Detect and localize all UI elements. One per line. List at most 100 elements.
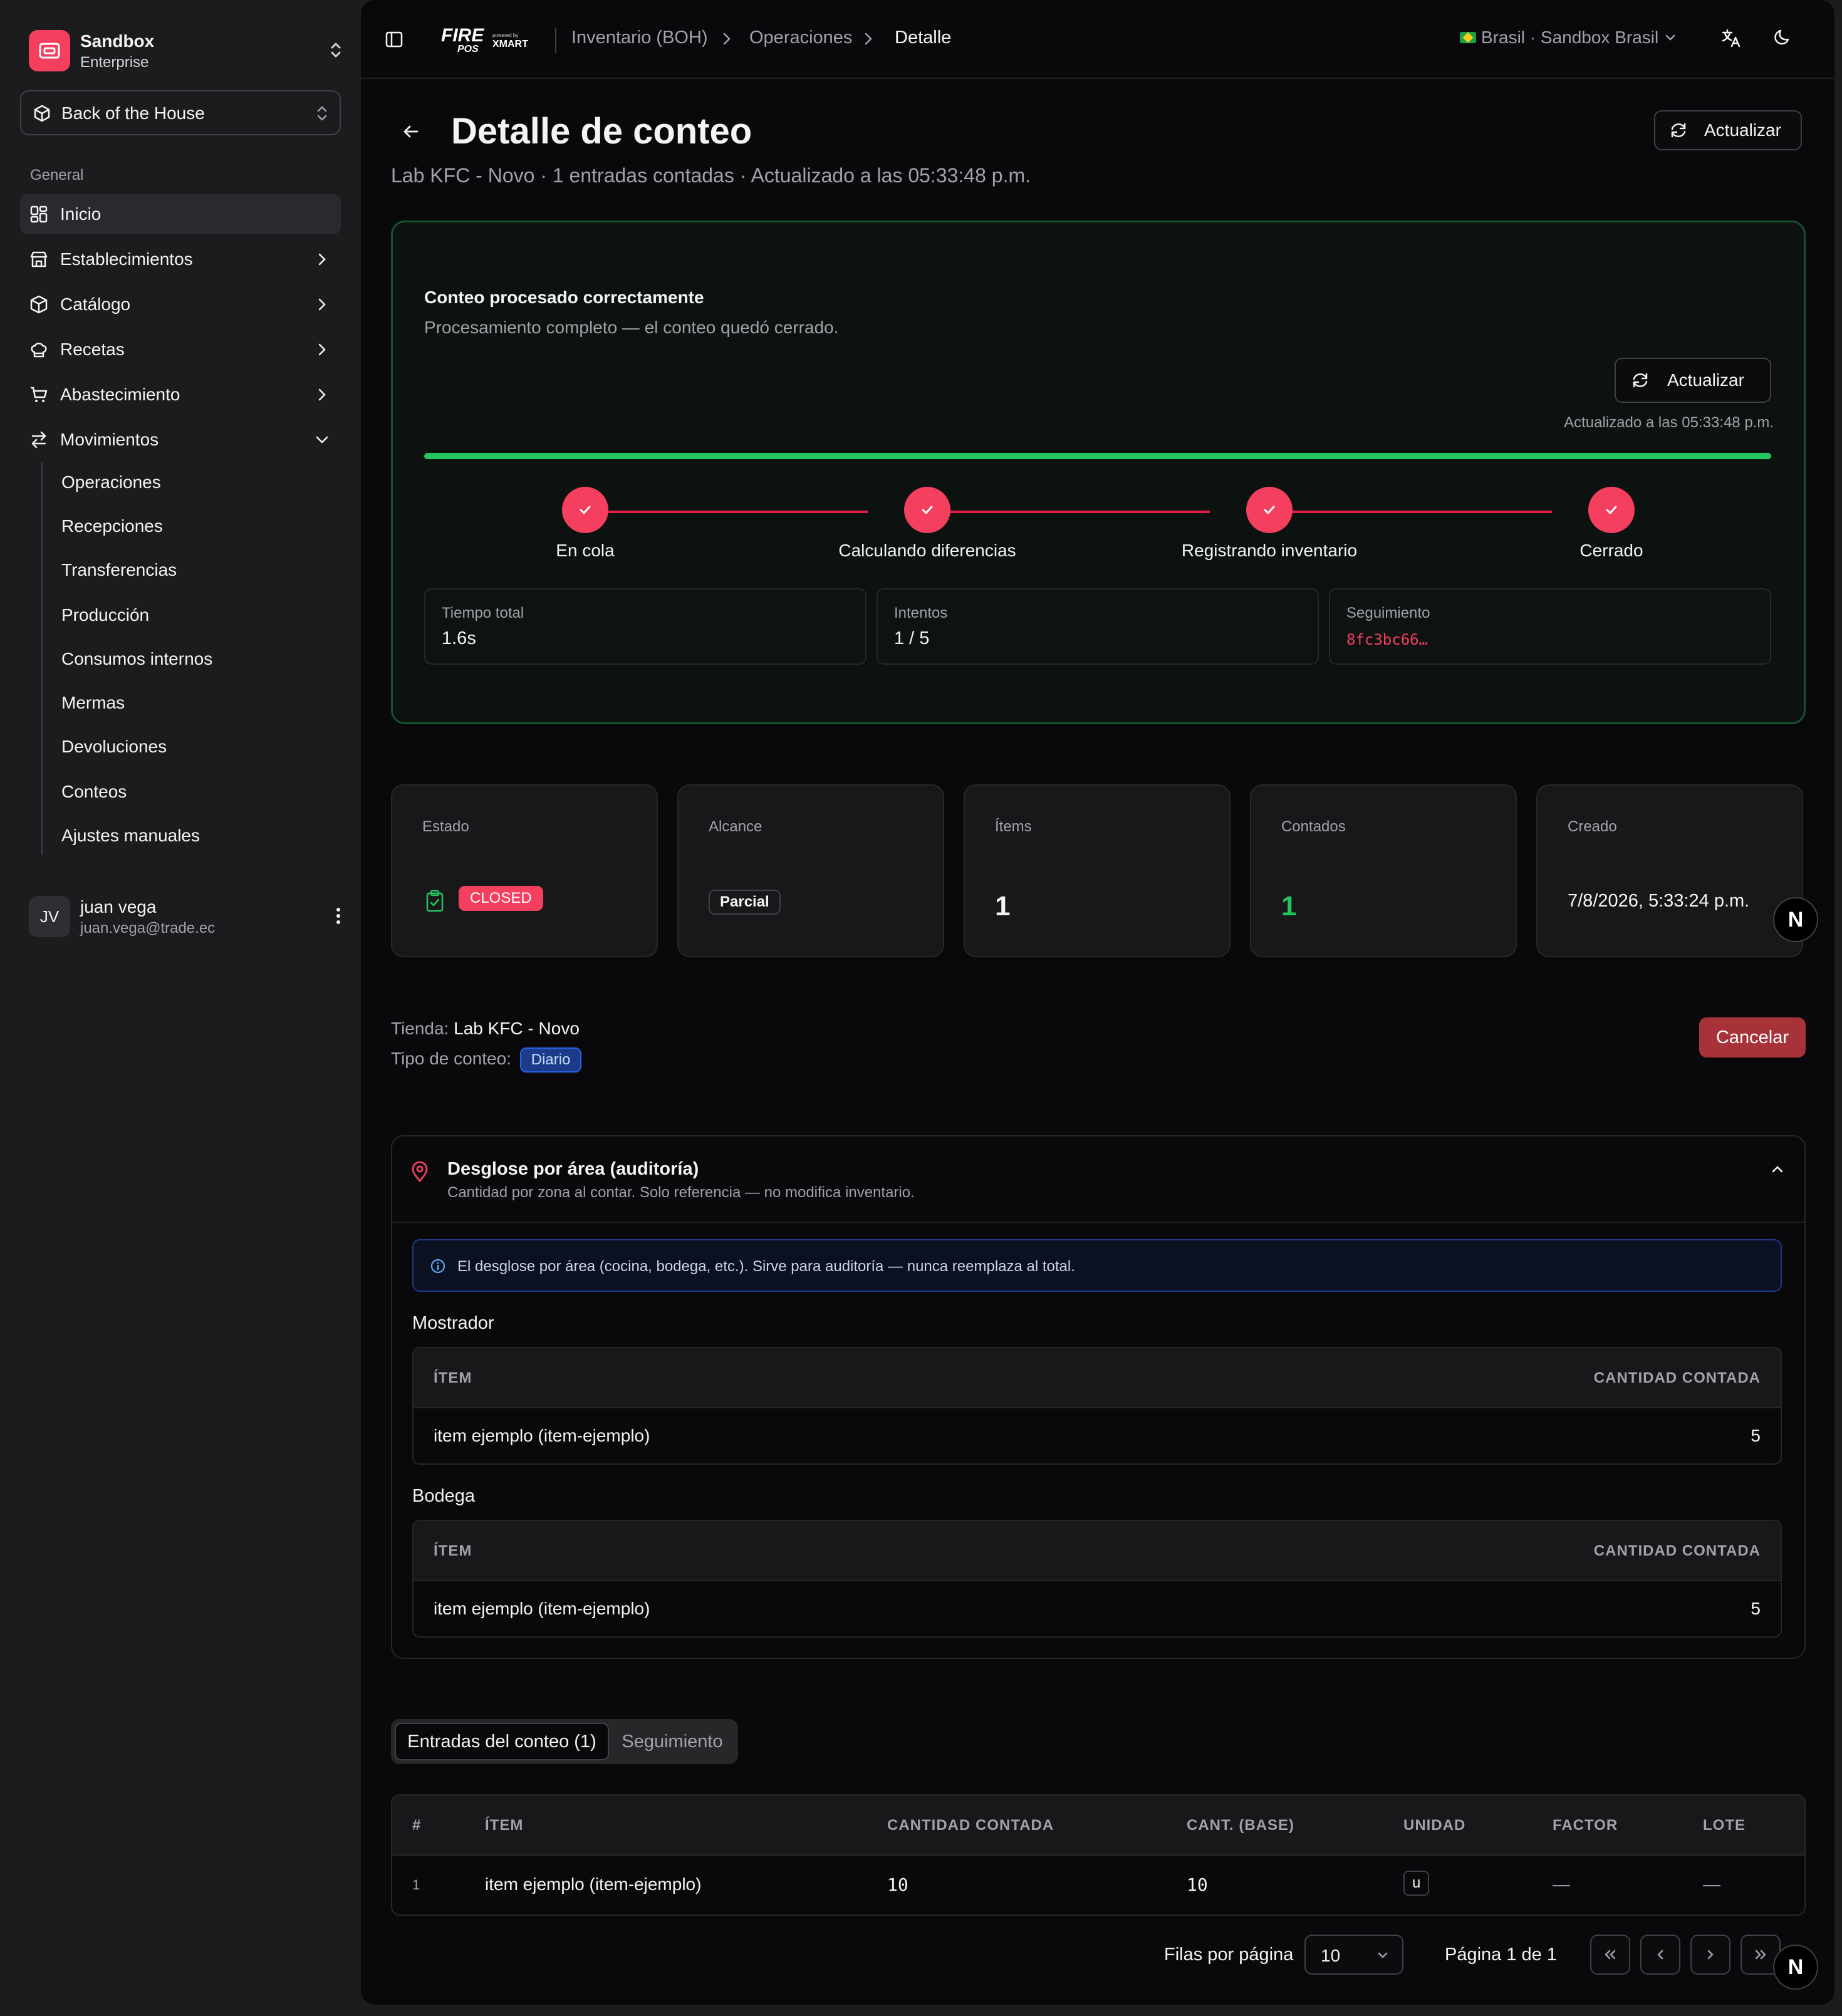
sidebar-item-movimientos[interactable]: Movimientos (20, 420, 341, 460)
area-title: Desglose por área (auditoría) (447, 1159, 699, 1179)
logo-powered: powered by (492, 33, 519, 38)
step-connector (1279, 511, 1552, 513)
status-title: Conteo procesado correctamente (424, 288, 704, 307)
kpi-value: 1 (1281, 891, 1297, 922)
breadcrumb-inventario[interactable]: Inventario (BOH) (571, 28, 708, 48)
progress-bar-fill (424, 453, 1771, 459)
translate-icon[interactable] (1720, 28, 1742, 52)
prev-page-button[interactable] (1640, 1935, 1680, 1975)
first-page-button[interactable] (1590, 1935, 1630, 1975)
rows-per-page-label: Filas por página (1164, 1945, 1294, 1965)
workspace-switcher[interactable]: Sandbox Enterprise (29, 29, 342, 73)
chef-hat-icon (29, 340, 49, 363)
workspace-name: Sandbox (80, 31, 155, 51)
row-counted: 10 (887, 1874, 908, 1895)
kpi-label: Creado (1568, 818, 1617, 835)
chevron-left-icon (1657, 1950, 1663, 1960)
sidebar-subitem-recepciones[interactable]: Recepciones (61, 516, 163, 536)
metric-tiempo-total: Tiempo total 1.6s (424, 588, 866, 665)
next-page-button[interactable] (1690, 1935, 1730, 1975)
chevrons-up-down-icon (330, 40, 342, 63)
sidebar-subitem-mermas[interactable]: Mermas (61, 693, 125, 713)
metric-value[interactable]: 8fc3bc66… (1346, 631, 1428, 648)
main-panel: FIRE POS powered by XMART Inventario (BO… (361, 0, 1834, 2005)
rows-per-page-select[interactable]: 10 (1304, 1935, 1403, 1975)
breadcrumb-operaciones[interactable]: Operaciones (749, 28, 852, 48)
page-indicator: Página 1 de 1 (1445, 1945, 1557, 1965)
kpi-items: Ítems 1 (964, 784, 1231, 957)
chevron-right-icon (313, 341, 331, 361)
check-icon (1606, 506, 1617, 514)
column-header-qty: CANTIDAD CONTADA (1593, 1369, 1761, 1386)
firepos-logo: FIRE POS powered by XMART (441, 21, 546, 58)
avatar: JV (29, 896, 70, 937)
sidebar-subitem-conteos[interactable]: Conteos (61, 782, 127, 802)
sidebar-item-label: Abastecimiento (60, 385, 180, 404)
cancel-button[interactable]: Cancelar (1699, 1017, 1806, 1057)
chevron-right-icon (721, 31, 733, 49)
refresh-icon (1671, 123, 1686, 138)
sidebar-subitem-devoluciones[interactable]: Devoluciones (61, 737, 167, 757)
refresh-button[interactable]: Actualizar (1654, 110, 1802, 150)
scope-badge: Parcial (709, 890, 781, 915)
item-cell: item ejemplo (item-ejemplo) (434, 1426, 650, 1445)
sidebar-item-abastecimiento[interactable]: Abastecimiento (20, 375, 341, 415)
store-label: Tienda: (391, 1019, 449, 1038)
check-icon (922, 506, 933, 514)
breadcrumb-detalle: Detalle (895, 28, 952, 48)
assistant-fab[interactable]: N (1773, 897, 1818, 942)
column-header-factor: FACTOR (1553, 1817, 1618, 1834)
metric-value: 1 / 5 (894, 628, 930, 648)
area-group-title: Mostrador (412, 1313, 494, 1333)
business-unit-select[interactable]: Back of the House (20, 90, 341, 135)
map-pin-icon (410, 1160, 430, 1186)
tab-entradas[interactable]: Entradas del conteo (1) (395, 1723, 609, 1760)
chevrons-up-down-icon (316, 104, 328, 126)
sidebar-subitem-produccion[interactable]: Producción (61, 605, 149, 625)
sidebar-subitem-ajustes[interactable]: Ajustes manuales (61, 826, 200, 846)
status-description: Procesamiento completo — el conteo quedó… (424, 318, 839, 337)
metric-intentos: Intentos 1 / 5 (877, 588, 1319, 665)
submenu-rail (41, 462, 43, 855)
step-dot-cerrado (1588, 487, 1635, 533)
step-connector (937, 511, 1210, 513)
row-factor: — (1553, 1874, 1570, 1894)
kpi-creado: Creado 7/8/2026, 5:33:24 p.m. (1536, 784, 1803, 957)
assistant-fab-bottom[interactable]: N (1773, 1945, 1818, 1990)
logo-sub: POS (457, 44, 479, 55)
column-header-item: ÍTEM (434, 1542, 472, 1559)
count-type-badge: Diario (519, 1047, 582, 1073)
qty-cell: 5 (1751, 1426, 1761, 1445)
sidebar-item-recetas[interactable]: Recetas (20, 330, 341, 370)
column-header-base: CANT. (BASE) (1187, 1817, 1294, 1834)
status-refresh-button[interactable]: Actualizar (1615, 358, 1771, 403)
sidebar-toggle-icon[interactable] (385, 30, 403, 52)
moon-icon[interactable] (1772, 28, 1792, 51)
sidebar-item-establecimientos[interactable]: Establecimientos (20, 239, 341, 279)
sidebar-subitem-transferencias[interactable]: Transferencias (61, 560, 177, 580)
chevron-up-icon[interactable] (1769, 1161, 1786, 1181)
user-menu[interactable]: JV juan vega juan.vega@trade.ec (29, 895, 342, 940)
row-item: item ejemplo (item-ejemplo) (485, 1874, 702, 1894)
back-arrow-icon[interactable] (401, 122, 421, 145)
processing-status-card: Conteo procesado correctamente Procesami… (391, 221, 1806, 724)
sidebar-subitem-consumos[interactable]: Consumos internos (61, 649, 212, 669)
status-badge: CLOSED (459, 886, 543, 911)
sidebar-item-catalogo[interactable]: Catálogo (20, 284, 341, 325)
sidebar-item-label: Catálogo (60, 294, 131, 314)
row-lot: — (1703, 1874, 1720, 1894)
more-vertical-icon[interactable] (335, 906, 342, 929)
sidebar-subitem-operaciones[interactable]: Operaciones (61, 472, 161, 492)
sidebar-item-label: Establecimientos (60, 249, 193, 269)
metric-label: Intentos (894, 605, 948, 621)
metric-label: Seguimiento (1346, 605, 1430, 621)
status-refresh-label: Actualizar (1667, 370, 1744, 390)
metric-label: Tiempo total (442, 605, 524, 621)
table-row: item ejemplo (item-ejemplo) 5 (414, 1581, 1781, 1636)
sidebar-item-inicio[interactable]: Inicio (20, 194, 341, 234)
region-select[interactable]: Brasil · Sandbox Brasil (1460, 28, 1677, 48)
store-icon (29, 249, 49, 273)
kpi-contados: Contados 1 (1250, 784, 1517, 957)
area-breakdown-card: Desglose por área (auditoría) Cantidad p… (391, 1135, 1806, 1659)
tab-seguimiento[interactable]: Seguimiento (610, 1723, 734, 1760)
